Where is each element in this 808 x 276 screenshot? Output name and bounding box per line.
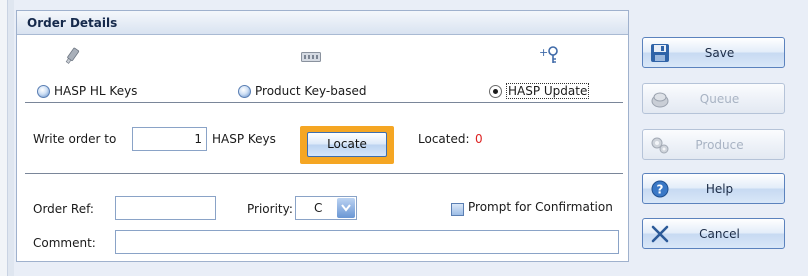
hasp-hl-key-icon [63, 47, 81, 67]
order-ref-input[interactable] [115, 196, 216, 220]
radio-hasp-hl-keys[interactable]: HASP HL Keys [37, 81, 137, 101]
close-icon [649, 223, 671, 245]
radio-button[interactable] [238, 84, 251, 98]
svg-text:+: + [539, 46, 548, 59]
radio-button[interactable] [37, 84, 50, 98]
save-button[interactable]: Save [642, 37, 785, 68]
located-label: Located: [418, 132, 470, 146]
priority-label: Priority: [247, 202, 293, 216]
help-icon: ? [649, 178, 671, 200]
comment-label: Comment: [33, 236, 96, 250]
queue-label: Queue [699, 91, 740, 106]
window-left-edge-inner [8, 0, 14, 276]
queue-button[interactable]: Queue [642, 83, 785, 114]
locate-button[interactable]: Locate [307, 132, 387, 157]
radio-label: Product Key-based [255, 84, 367, 98]
priority-value: C [314, 201, 323, 215]
located-count: 0 [475, 132, 483, 146]
comment-input[interactable] [115, 230, 619, 254]
cancel-button[interactable]: Cancel [642, 218, 785, 249]
queue-icon [649, 88, 671, 110]
save-icon [649, 42, 671, 64]
priority-select[interactable]: C [295, 196, 357, 220]
order-window: Order Details + HASP HL Keys Product Key… [0, 0, 808, 276]
radio-label: HASP HL Keys [54, 84, 138, 98]
radio-label: HASP Update [506, 83, 590, 99]
window-left-edge [0, 0, 8, 276]
svg-text:?: ? [657, 182, 664, 196]
save-label: Save [704, 45, 735, 60]
produce-label: Produce [695, 137, 744, 152]
produce-button[interactable]: Produce [642, 129, 785, 160]
section-divider [25, 173, 623, 174]
help-label: Help [705, 181, 734, 196]
prompt-confirmation-checkbox[interactable] [451, 203, 464, 216]
radio-hasp-update[interactable]: HASP Update [489, 81, 590, 101]
panel-title: Order Details [17, 11, 628, 35]
hasp-keys-label: HASP Keys [212, 132, 276, 146]
section-divider [25, 102, 623, 103]
radio-product-key-based[interactable]: Product Key-based [238, 81, 366, 101]
quantity-input[interactable]: 1 [132, 127, 207, 151]
gears-icon [649, 134, 671, 156]
chevron-down-icon[interactable] [337, 198, 355, 218]
product-key-icon [301, 51, 321, 71]
write-order-label: Write order to [33, 132, 117, 146]
prompt-confirmation-label: Prompt for Confirmation [468, 200, 613, 214]
order-details-panel: Order Details + HASP HL Keys Product Key… [16, 10, 629, 262]
order-ref-label: Order Ref: [33, 202, 94, 216]
hasp-update-icon: + [539, 45, 561, 65]
cancel-label: Cancel [699, 226, 740, 241]
help-button[interactable]: ? Help [642, 173, 785, 204]
radio-button-checked[interactable] [489, 84, 502, 98]
